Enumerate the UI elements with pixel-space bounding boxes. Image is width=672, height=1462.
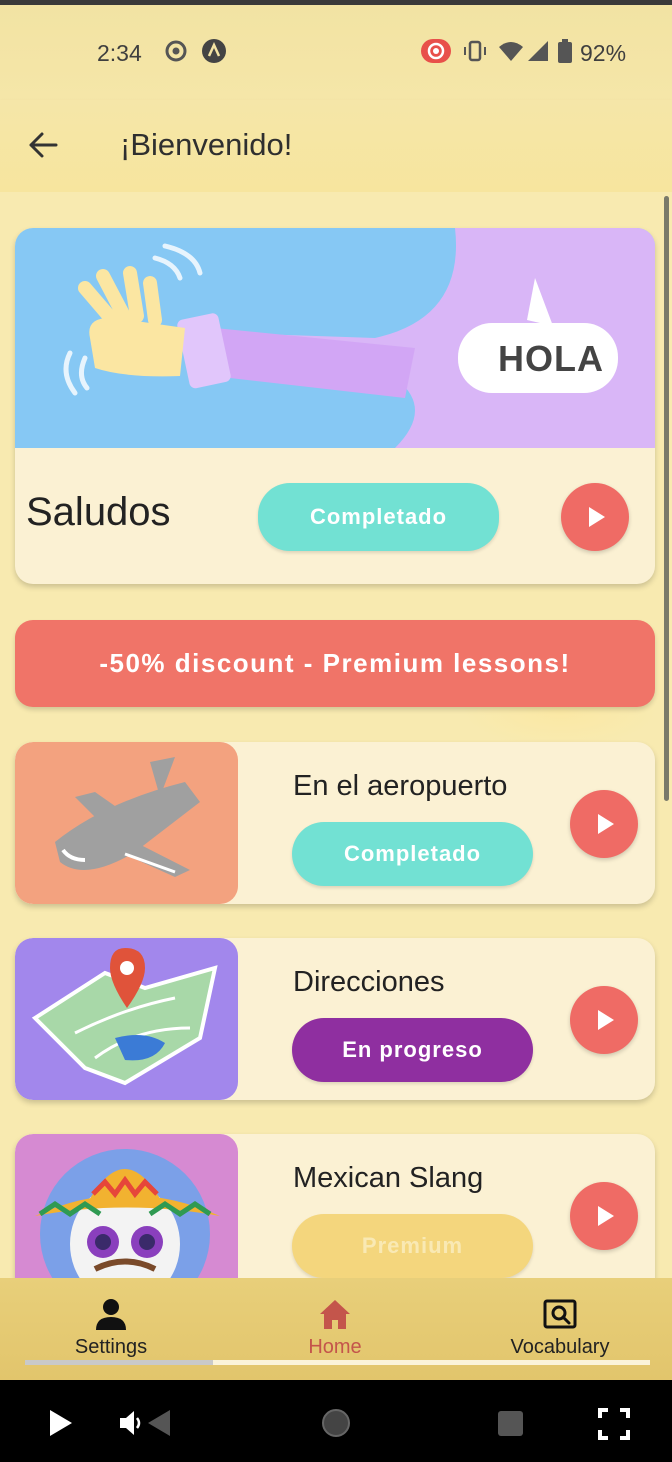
fullscreen-icon[interactable] xyxy=(598,1408,630,1440)
back-arrow-icon[interactable] xyxy=(26,128,60,162)
airplane-illustration xyxy=(15,742,238,904)
person-icon xyxy=(96,1299,126,1330)
play-icon xyxy=(598,1010,614,1030)
lesson-title: En el aeropuerto xyxy=(293,770,508,802)
play-icon xyxy=(598,1206,614,1226)
video-progress-fill xyxy=(25,1360,213,1365)
nav-label: Vocabulary xyxy=(510,1336,610,1358)
status-completed-button[interactable]: Completado xyxy=(292,822,533,886)
status-completed-button[interactable]: Completado xyxy=(258,483,499,551)
lesson-title: Mexican Slang xyxy=(293,1162,484,1194)
play-icon[interactable] xyxy=(48,1408,74,1438)
vibrate-icon xyxy=(464,40,486,62)
map-illustration xyxy=(15,938,238,1100)
app-screen: 2:34 92% ¡Bienvenido! HOLA Saludos Compl… xyxy=(0,0,672,1380)
nav-label: Settings xyxy=(74,1336,148,1358)
premium-discount-banner[interactable]: -50% discount - Premium lessons! xyxy=(15,620,655,707)
lesson-title: Direcciones xyxy=(293,966,445,998)
app-notification-icon xyxy=(202,39,226,63)
lesson-title: Saludos xyxy=(26,490,171,534)
status-premium-button[interactable]: Premium xyxy=(292,1214,533,1278)
recording-indicator-icon xyxy=(421,39,451,63)
screen-record-icon xyxy=(165,40,187,62)
page-title: ¡Bienvenido! xyxy=(120,127,293,162)
recents-square-icon[interactable] xyxy=(497,1410,524,1437)
cell-signal-icon xyxy=(528,41,548,61)
back-triangle-icon[interactable] xyxy=(146,1408,172,1438)
play-lesson-button[interactable] xyxy=(570,986,638,1054)
video-controls-bar xyxy=(0,1380,672,1462)
sugar-skull-sombrero-illustration xyxy=(15,1134,238,1296)
play-lesson-button[interactable] xyxy=(570,1182,638,1250)
play-lesson-button[interactable] xyxy=(570,790,638,858)
nav-vocabulary[interactable]: Vocabulary xyxy=(490,1296,630,1359)
home-circle-icon[interactable] xyxy=(320,1407,352,1439)
wifi-icon xyxy=(499,42,523,61)
app-bar xyxy=(0,100,672,192)
volume-icon[interactable] xyxy=(118,1408,144,1438)
battery-percent: 92% xyxy=(580,40,627,66)
status-in-progress-button[interactable]: En progreso xyxy=(292,1018,533,1082)
scrollbar[interactable] xyxy=(664,196,669,801)
nav-label: Home xyxy=(308,1336,362,1358)
nav-settings[interactable]: Settings xyxy=(41,1296,181,1359)
search-box-icon xyxy=(543,1299,577,1329)
play-icon xyxy=(598,814,614,834)
battery-icon xyxy=(558,39,572,63)
speech-bubble-text: HOLA xyxy=(498,338,604,379)
play-icon xyxy=(589,507,605,527)
nav-home[interactable]: Home xyxy=(265,1296,405,1359)
home-icon xyxy=(320,1300,350,1329)
play-lesson-button[interactable] xyxy=(561,483,629,551)
status-time: 2:34 xyxy=(97,40,142,66)
